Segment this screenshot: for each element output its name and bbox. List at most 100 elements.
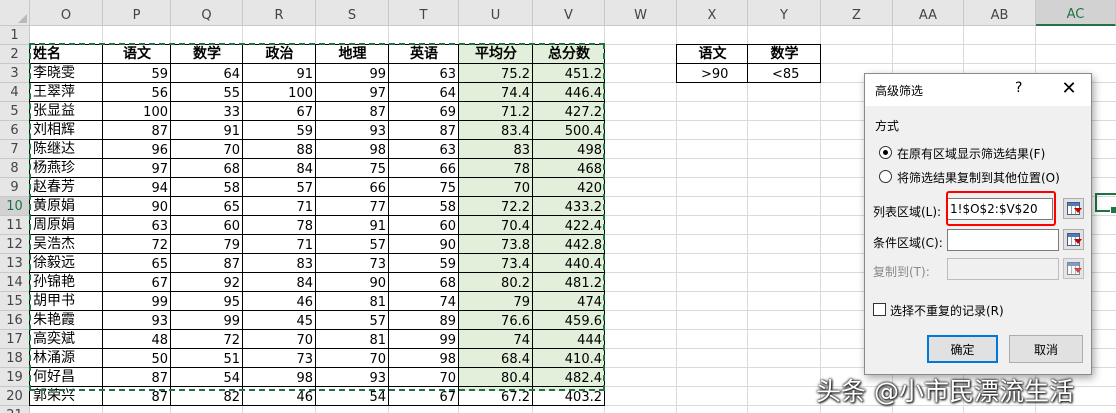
row-header-5[interactable]: 5	[0, 102, 30, 121]
score-cell[interactable]: 73	[316, 254, 389, 273]
score-cell[interactable]: 60	[171, 216, 243, 235]
column-header-v[interactable]: V	[533, 0, 605, 26]
score-cell[interactable]: 73.4	[459, 254, 533, 273]
score-cell[interactable]: 74.4	[459, 83, 533, 102]
score-cell[interactable]: 500.4	[533, 121, 605, 140]
column-header-ac[interactable]: AC	[1036, 0, 1116, 26]
name-cell[interactable]: 黄原娟	[30, 197, 103, 216]
column-header-ab[interactable]: AB	[964, 0, 1036, 26]
score-cell[interactable]: 81	[316, 330, 389, 349]
score-cell[interactable]: 98	[316, 140, 389, 159]
score-cell[interactable]: 91	[171, 121, 243, 140]
column-header-r[interactable]: R	[243, 0, 316, 26]
score-cell[interactable]: 55	[171, 83, 243, 102]
score-cell[interactable]: 498	[533, 140, 605, 159]
name-cell[interactable]: 高奕斌	[30, 330, 103, 349]
score-cell[interactable]: 93	[103, 311, 171, 330]
score-cell[interactable]: 80.2	[459, 273, 533, 292]
score-cell[interactable]: 94	[103, 178, 171, 197]
criteria-header-cell[interactable]: 数学	[748, 45, 821, 64]
score-cell[interactable]: 54	[316, 387, 389, 406]
score-cell[interactable]: 51	[171, 349, 243, 368]
table-header-cell[interactable]: 地理	[316, 45, 389, 64]
score-cell[interactable]: 73.8	[459, 235, 533, 254]
row-header-4[interactable]: 4	[0, 83, 30, 102]
score-cell[interactable]: 459.6	[533, 311, 605, 330]
score-cell[interactable]: 70	[243, 330, 316, 349]
score-cell[interactable]: 83.4	[459, 121, 533, 140]
score-cell[interactable]: 77	[316, 197, 389, 216]
column-header-t[interactable]: T	[389, 0, 459, 26]
ok-button[interactable]: 确定	[927, 335, 998, 363]
score-cell[interactable]: 46	[243, 387, 316, 406]
criteria-value-cell[interactable]: <85	[748, 64, 821, 83]
name-cell[interactable]: 周原娟	[30, 216, 103, 235]
score-cell[interactable]: 75	[316, 159, 389, 178]
score-cell[interactable]: 83	[459, 140, 533, 159]
score-cell[interactable]: 427.2	[533, 102, 605, 121]
score-cell[interactable]: 58	[389, 197, 459, 216]
row-header-14[interactable]: 14	[0, 273, 30, 292]
table-header-cell[interactable]: 总分数	[533, 45, 605, 64]
score-cell[interactable]: 440.4	[533, 254, 605, 273]
score-cell[interactable]: 446.4	[533, 83, 605, 102]
name-cell[interactable]: 王翠萍	[30, 83, 103, 102]
score-cell[interactable]: 98	[389, 349, 459, 368]
name-cell[interactable]: 陈继达	[30, 140, 103, 159]
score-cell[interactable]: 84	[243, 273, 316, 292]
score-cell[interactable]: 64	[171, 64, 243, 83]
score-cell[interactable]: 87	[171, 254, 243, 273]
score-cell[interactable]: 69	[389, 102, 459, 121]
score-cell[interactable]: 65	[171, 197, 243, 216]
score-cell[interactable]: 59	[103, 64, 171, 83]
score-cell[interactable]: 97	[316, 83, 389, 102]
score-cell[interactable]: 80.4	[459, 368, 533, 387]
score-cell[interactable]: 87	[103, 387, 171, 406]
column-header-x[interactable]: X	[677, 0, 748, 26]
score-cell[interactable]: 72	[171, 330, 243, 349]
score-cell[interactable]: 87	[389, 121, 459, 140]
score-cell[interactable]: 66	[316, 178, 389, 197]
score-cell[interactable]: 75	[389, 178, 459, 197]
dialog-titlebar[interactable]: 高级筛选 ? ✕	[865, 74, 1091, 106]
name-cell[interactable]: 郭荣兴	[30, 387, 103, 406]
score-cell[interactable]: 57	[316, 235, 389, 254]
score-cell[interactable]: 87	[316, 102, 389, 121]
name-cell[interactable]: 李晓雯	[30, 64, 103, 83]
score-cell[interactable]: 97	[103, 159, 171, 178]
score-cell[interactable]: 46	[243, 292, 316, 311]
score-cell[interactable]: 79	[171, 235, 243, 254]
score-cell[interactable]: 90	[316, 273, 389, 292]
row-header-11[interactable]: 11	[0, 216, 30, 235]
cancel-button[interactable]: 取消	[1009, 335, 1083, 363]
score-cell[interactable]: 468	[533, 159, 605, 178]
unique-records-checkbox[interactable]	[873, 303, 886, 316]
score-cell[interactable]: 74	[459, 330, 533, 349]
name-cell[interactable]: 孙锦艳	[30, 273, 103, 292]
name-cell[interactable]: 张显益	[30, 102, 103, 121]
criteria-value-cell[interactable]: >90	[677, 64, 748, 83]
table-header-cell[interactable]: 姓名	[30, 45, 103, 64]
score-cell[interactable]: 433.2	[533, 197, 605, 216]
name-cell[interactable]: 林涌源	[30, 349, 103, 368]
score-cell[interactable]: 84	[243, 159, 316, 178]
score-cell[interactable]: 442.8	[533, 235, 605, 254]
score-cell[interactable]: 73	[243, 349, 316, 368]
score-cell[interactable]: 422.4	[533, 216, 605, 235]
criteria-range-input[interactable]	[947, 229, 1059, 251]
score-cell[interactable]: 63	[103, 216, 171, 235]
score-cell[interactable]: 57	[316, 311, 389, 330]
score-cell[interactable]: 70	[459, 178, 533, 197]
table-header-cell[interactable]: 英语	[389, 45, 459, 64]
score-cell[interactable]: 59	[243, 121, 316, 140]
score-cell[interactable]: 100	[243, 83, 316, 102]
help-button[interactable]: ?	[1015, 80, 1022, 96]
score-cell[interactable]: 83	[243, 254, 316, 273]
row-header-7[interactable]: 7	[0, 140, 30, 159]
score-cell[interactable]: 95	[171, 292, 243, 311]
score-cell[interactable]: 90	[103, 197, 171, 216]
table-header-cell[interactable]: 政治	[243, 45, 316, 64]
score-cell[interactable]: 99	[171, 311, 243, 330]
column-header-z[interactable]: Z	[821, 0, 893, 26]
score-cell[interactable]: 45	[243, 311, 316, 330]
